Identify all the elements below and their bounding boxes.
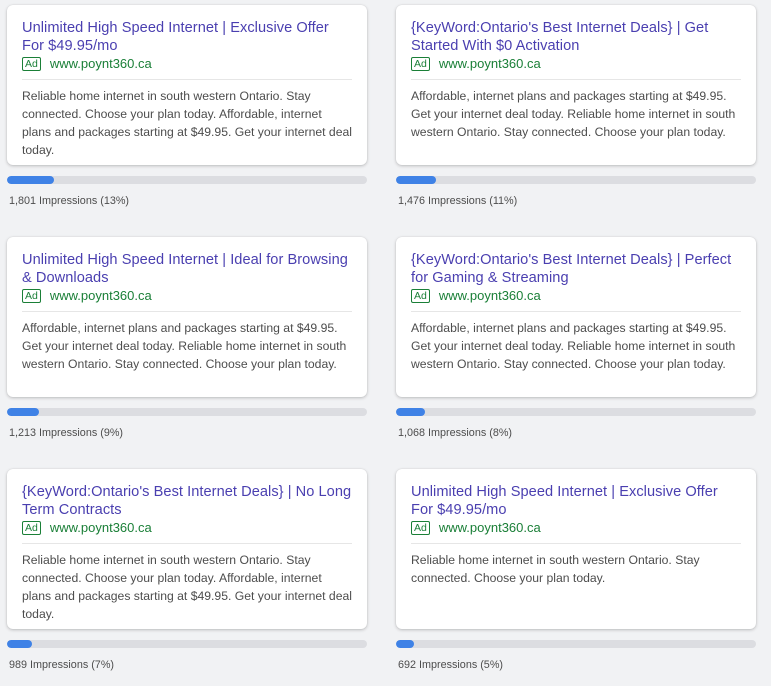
ad-description: Affordable, internet plans and packages … (411, 321, 736, 371)
ad-badge: Ad (411, 289, 430, 303)
ad-badge: Ad (22, 57, 41, 71)
ad-card[interactable]: {KeyWord:Ontario's Best Internet Deals} … (396, 5, 756, 165)
divider (411, 79, 741, 80)
divider (22, 79, 352, 80)
divider (411, 311, 741, 312)
ad-headline[interactable]: {KeyWord:Ontario's Best Internet Deals} … (411, 19, 741, 55)
ad-headline[interactable]: {KeyWord:Ontario's Best Internet Deals} … (411, 251, 741, 287)
divider (22, 311, 352, 312)
ad-card[interactable]: Unlimited High Speed Internet | Exclusiv… (396, 469, 756, 629)
ad-url-row: Ad www.poynt360.ca (411, 55, 741, 73)
impressions-bar-fill (396, 408, 425, 416)
ad-description: Reliable home internet in south western … (22, 553, 352, 621)
ad-url-row: Ad www.poynt360.ca (22, 287, 352, 305)
ad-description: Affordable, internet plans and packages … (411, 89, 736, 139)
ad-headline[interactable]: Unlimited High Speed Internet | Exclusiv… (22, 19, 352, 55)
impressions-bar-fill (7, 176, 54, 184)
divider (411, 543, 741, 544)
impressions-bar (7, 408, 367, 416)
impressions-bar (396, 176, 756, 184)
impressions-bar (396, 408, 756, 416)
divider (22, 543, 352, 544)
ad-url-row: Ad www.poynt360.ca (22, 519, 352, 537)
impressions-label: 1,213 Impressions (9%) (9, 427, 124, 439)
ad-url-row: Ad www.poynt360.ca (411, 519, 741, 537)
impressions-bar (7, 176, 367, 184)
impressions-bar-fill (396, 640, 414, 648)
ad-card[interactable]: Unlimited High Speed Internet | Ideal fo… (7, 237, 367, 397)
ad-display-url[interactable]: www.poynt360.ca (439, 56, 541, 72)
ad-description: Reliable home internet in south western … (22, 89, 352, 157)
ad-display-url[interactable]: www.poynt360.ca (50, 56, 152, 72)
impressions-label: 692 Impressions (5%) (398, 659, 504, 671)
ad-display-url[interactable]: www.poynt360.ca (439, 520, 541, 536)
ad-headline[interactable]: {KeyWord:Ontario's Best Internet Deals} … (22, 483, 352, 519)
ad-description: Reliable home internet in south western … (411, 553, 700, 585)
impressions-label: 1,801 Impressions (13%) (9, 195, 130, 207)
impressions-bar-fill (7, 408, 40, 416)
ad-badge: Ad (22, 289, 41, 303)
ad-badge: Ad (22, 521, 41, 535)
ad-display-url[interactable]: www.poynt360.ca (50, 288, 152, 304)
ad-url-row: Ad www.poynt360.ca (411, 287, 741, 305)
impressions-bar (396, 640, 756, 648)
ad-badge: Ad (411, 57, 430, 71)
ad-headline[interactable]: Unlimited High Speed Internet | Ideal fo… (22, 251, 352, 287)
ad-card[interactable]: Unlimited High Speed Internet | Exclusiv… (7, 5, 367, 165)
impressions-label: 989 Impressions (7%) (9, 659, 115, 671)
impressions-label: 1,476 Impressions (11%) (398, 195, 518, 207)
impressions-label: 1,068 Impressions (8%) (398, 427, 513, 439)
ad-display-url[interactable]: www.poynt360.ca (50, 520, 152, 536)
ad-card[interactable]: {KeyWord:Ontario's Best Internet Deals} … (396, 237, 756, 397)
impressions-bar-fill (7, 640, 33, 648)
ad-description: Affordable, internet plans and packages … (22, 321, 347, 371)
ad-display-url[interactable]: www.poynt360.ca (439, 288, 541, 304)
ad-card[interactable]: {KeyWord:Ontario's Best Internet Deals} … (7, 469, 367, 629)
ad-url-row: Ad www.poynt360.ca (22, 55, 352, 73)
ad-headline[interactable]: Unlimited High Speed Internet | Exclusiv… (411, 483, 741, 519)
impressions-bar (7, 640, 367, 648)
ad-badge: Ad (411, 521, 430, 535)
impressions-bar-fill (396, 176, 436, 184)
